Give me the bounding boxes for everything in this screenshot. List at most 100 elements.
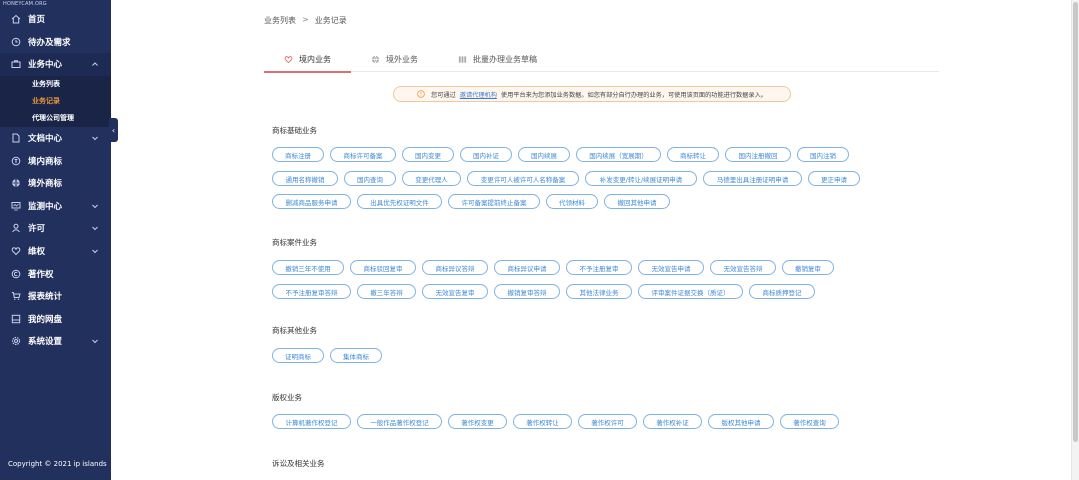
sidebar-submenu: 业务列表 业务记录 代理公司管理 <box>0 75 111 127</box>
business-type-button[interactable]: 许可备案提前终止备案 <box>448 194 540 209</box>
section-title: 版权业务 <box>272 393 302 402</box>
section-title: 诉讼及相关业务 <box>272 459 325 468</box>
sidebar-item-label: 我的网盘 <box>28 314 63 325</box>
business-type-button[interactable]: 撤三年答辩 <box>357 284 416 299</box>
business-type-button[interactable]: 撤销复审答辩 <box>494 284 560 299</box>
business-type-button[interactable]: 商标驳回复审 <box>350 260 416 275</box>
business-type-button[interactable]: 集体商标 <box>330 348 382 363</box>
sidebar-item-system-settings[interactable]: 系统设置 <box>0 330 111 353</box>
business-type-button[interactable]: 国内续展 <box>518 147 570 162</box>
tab-label: 境外业务 <box>386 54 418 64</box>
business-type-button[interactable]: 补发变更/转让/续展证明申请 <box>585 171 697 186</box>
business-type-button[interactable]: 著作权转让 <box>513 414 572 429</box>
business-type-button[interactable]: 无效宣告申请 <box>638 260 704 275</box>
globe-icon <box>10 177 22 189</box>
business-type-button[interactable]: 商标许可备案 <box>330 147 396 162</box>
business-type-button[interactable]: 撤回其他申请 <box>604 194 670 209</box>
sidebar-item-overseas-trademark[interactable]: 境外商标 <box>0 172 111 195</box>
sidebar-item-document-center[interactable]: 文档中心 <box>0 127 111 150</box>
tab-overseas-business[interactable]: 境外业务 <box>351 46 438 72</box>
heart-outline-icon <box>284 55 293 63</box>
watermark: HONEYCAM.ORG <box>3 1 47 7</box>
batch-icon <box>458 55 467 63</box>
sidebar-subitem-business-records[interactable]: 业务记录 <box>0 93 111 110</box>
tab-label: 境内业务 <box>299 54 331 64</box>
business-type-button[interactable]: 通用名称撤销 <box>272 171 338 186</box>
business-type-button[interactable]: 变更代理人 <box>402 171 461 186</box>
vertical-scrollbar[interactable] <box>1071 0 1079 480</box>
business-type-button[interactable]: 证明商标 <box>272 348 324 363</box>
chevron-down-icon <box>92 136 98 140</box>
sidebar-menu: 首页 待办及需求 业务中心 业务列表 业务记录 代理公司管理 文档中心 境内商标… <box>0 8 111 353</box>
business-type-button[interactable]: 著作权补证 <box>643 414 702 429</box>
sidebar-item-home[interactable]: 首页 <box>0 8 111 31</box>
sidebar-item-label: 待办及需求 <box>28 37 71 48</box>
business-type-button[interactable]: 无效宣告复审 <box>422 284 488 299</box>
breadcrumb-parent[interactable]: 业务列表 <box>264 15 296 26</box>
business-type-button[interactable]: 商标转让 <box>667 147 719 162</box>
chevron-down-icon <box>92 204 98 208</box>
business-type-button[interactable]: 著作权许可 <box>578 414 637 429</box>
business-type-button[interactable]: 版权其他申请 <box>708 414 774 429</box>
sidebar-item-rights-protection[interactable]: 维权 <box>0 240 111 263</box>
home-icon <box>10 13 22 25</box>
business-type-button[interactable]: 国内注册撤回 <box>725 147 791 162</box>
business-type-button[interactable]: 出具优先权证明文件 <box>357 194 442 209</box>
sidebar-item-copyright[interactable]: 著作权 <box>0 262 111 285</box>
business-type-button[interactable]: 国内补证 <box>460 147 512 162</box>
business-type-button[interactable]: 变更许可人被许可人名称备案 <box>467 171 579 186</box>
business-type-button[interactable]: 商标注册 <box>272 147 324 162</box>
section-title: 商标其他业务 <box>272 326 317 335</box>
business-type-button[interactable]: 商标异议申请 <box>494 260 560 275</box>
business-type-button[interactable]: 计算机著作权登记 <box>272 414 351 429</box>
business-type-button[interactable]: 国内续展（宽展期） <box>576 147 661 162</box>
business-type-button[interactable]: 国内变更 <box>402 147 454 162</box>
gear-icon <box>10 335 22 347</box>
sidebar-item-todo[interactable]: 待办及需求 <box>0 31 111 54</box>
business-type-button[interactable]: 更正申请 <box>808 171 860 186</box>
sidebar-subitem-agency-management[interactable]: 代理公司管理 <box>0 110 111 127</box>
sidebar-item-domestic-trademark[interactable]: 境内商标 <box>0 149 111 172</box>
sidebar-item-business-center[interactable]: 业务中心 <box>0 53 111 76</box>
business-type-button[interactable]: 国内查询 <box>344 171 396 186</box>
tab-batch-drafts[interactable]: 批量办理业务草稿 <box>438 46 557 72</box>
business-type-button[interactable]: 马德里出具注册证明申请 <box>703 171 802 186</box>
info-icon <box>417 90 425 98</box>
business-type-button[interactable]: 著作权查询 <box>780 414 839 429</box>
business-type-button[interactable]: 国内注销 <box>797 147 849 162</box>
sidebar: HONEYCAM.ORG 首页 待办及需求 业务中心 业务列表 业务记录 代理公… <box>0 0 111 480</box>
sidebar-item-label: 系统设置 <box>28 337 63 348</box>
business-type-button[interactable]: 评审案件证据交换（质证） <box>638 284 743 299</box>
business-type-button[interactable]: 删减商品服务申请 <box>272 194 351 209</box>
info-notice: 您可通过 邀请代理机构 使用平台来为您添加业务数据。如您有部分自行办理的业务，可… <box>393 86 791 102</box>
sidebar-subitem-business-list[interactable]: 业务列表 <box>0 76 111 93</box>
sidebar-item-reports[interactable]: 报表统计 <box>0 285 111 308</box>
business-type-button[interactable]: 著作权变更 <box>448 414 507 429</box>
breadcrumb-current: 业务记录 <box>314 16 347 25</box>
briefcase-icon <box>10 58 22 70</box>
business-type-button[interactable]: 不予注册复审 <box>566 260 632 275</box>
section-title: 商标基础业务 <box>272 126 317 135</box>
business-type-button[interactable]: 代领材料 <box>546 194 598 209</box>
sidebar-item-label: 境内商标 <box>28 156 63 167</box>
sidebar-item-label: 许可 <box>28 224 46 235</box>
invite-agency-link[interactable]: 邀请代理机构 <box>460 90 497 99</box>
sidebar-item-license[interactable]: 许可 <box>0 217 111 240</box>
business-type-button[interactable]: 商标异议答辩 <box>422 260 488 275</box>
business-type-button[interactable]: 商标质押登记 <box>749 284 815 299</box>
business-type-button[interactable]: 撤销复审 <box>782 260 834 275</box>
section-title: 商标案件业务 <box>272 238 317 247</box>
business-type-button[interactable]: 一般作品著作权登记 <box>357 414 442 429</box>
business-type-button[interactable]: 不予注册复审答辩 <box>272 284 351 299</box>
business-type-button[interactable]: 其他法律业务 <box>566 284 632 299</box>
sidebar-item-my-disk[interactable]: 我的网盘 <box>0 308 111 331</box>
tab-domestic-business[interactable]: 境内业务 <box>264 46 351 73</box>
business-type-button[interactable]: 无效宣告答辩 <box>710 260 776 275</box>
chevron-down-icon <box>92 249 98 253</box>
document-icon <box>10 132 22 144</box>
sidebar-item-monitoring-center[interactable]: 监测中心 <box>0 195 111 218</box>
business-type-button[interactable]: 撤销三年不使用 <box>272 260 344 275</box>
scrollbar-thumb[interactable] <box>1073 2 1078 442</box>
globe-icon <box>371 55 380 63</box>
sidebar-item-label: 首页 <box>28 15 46 26</box>
